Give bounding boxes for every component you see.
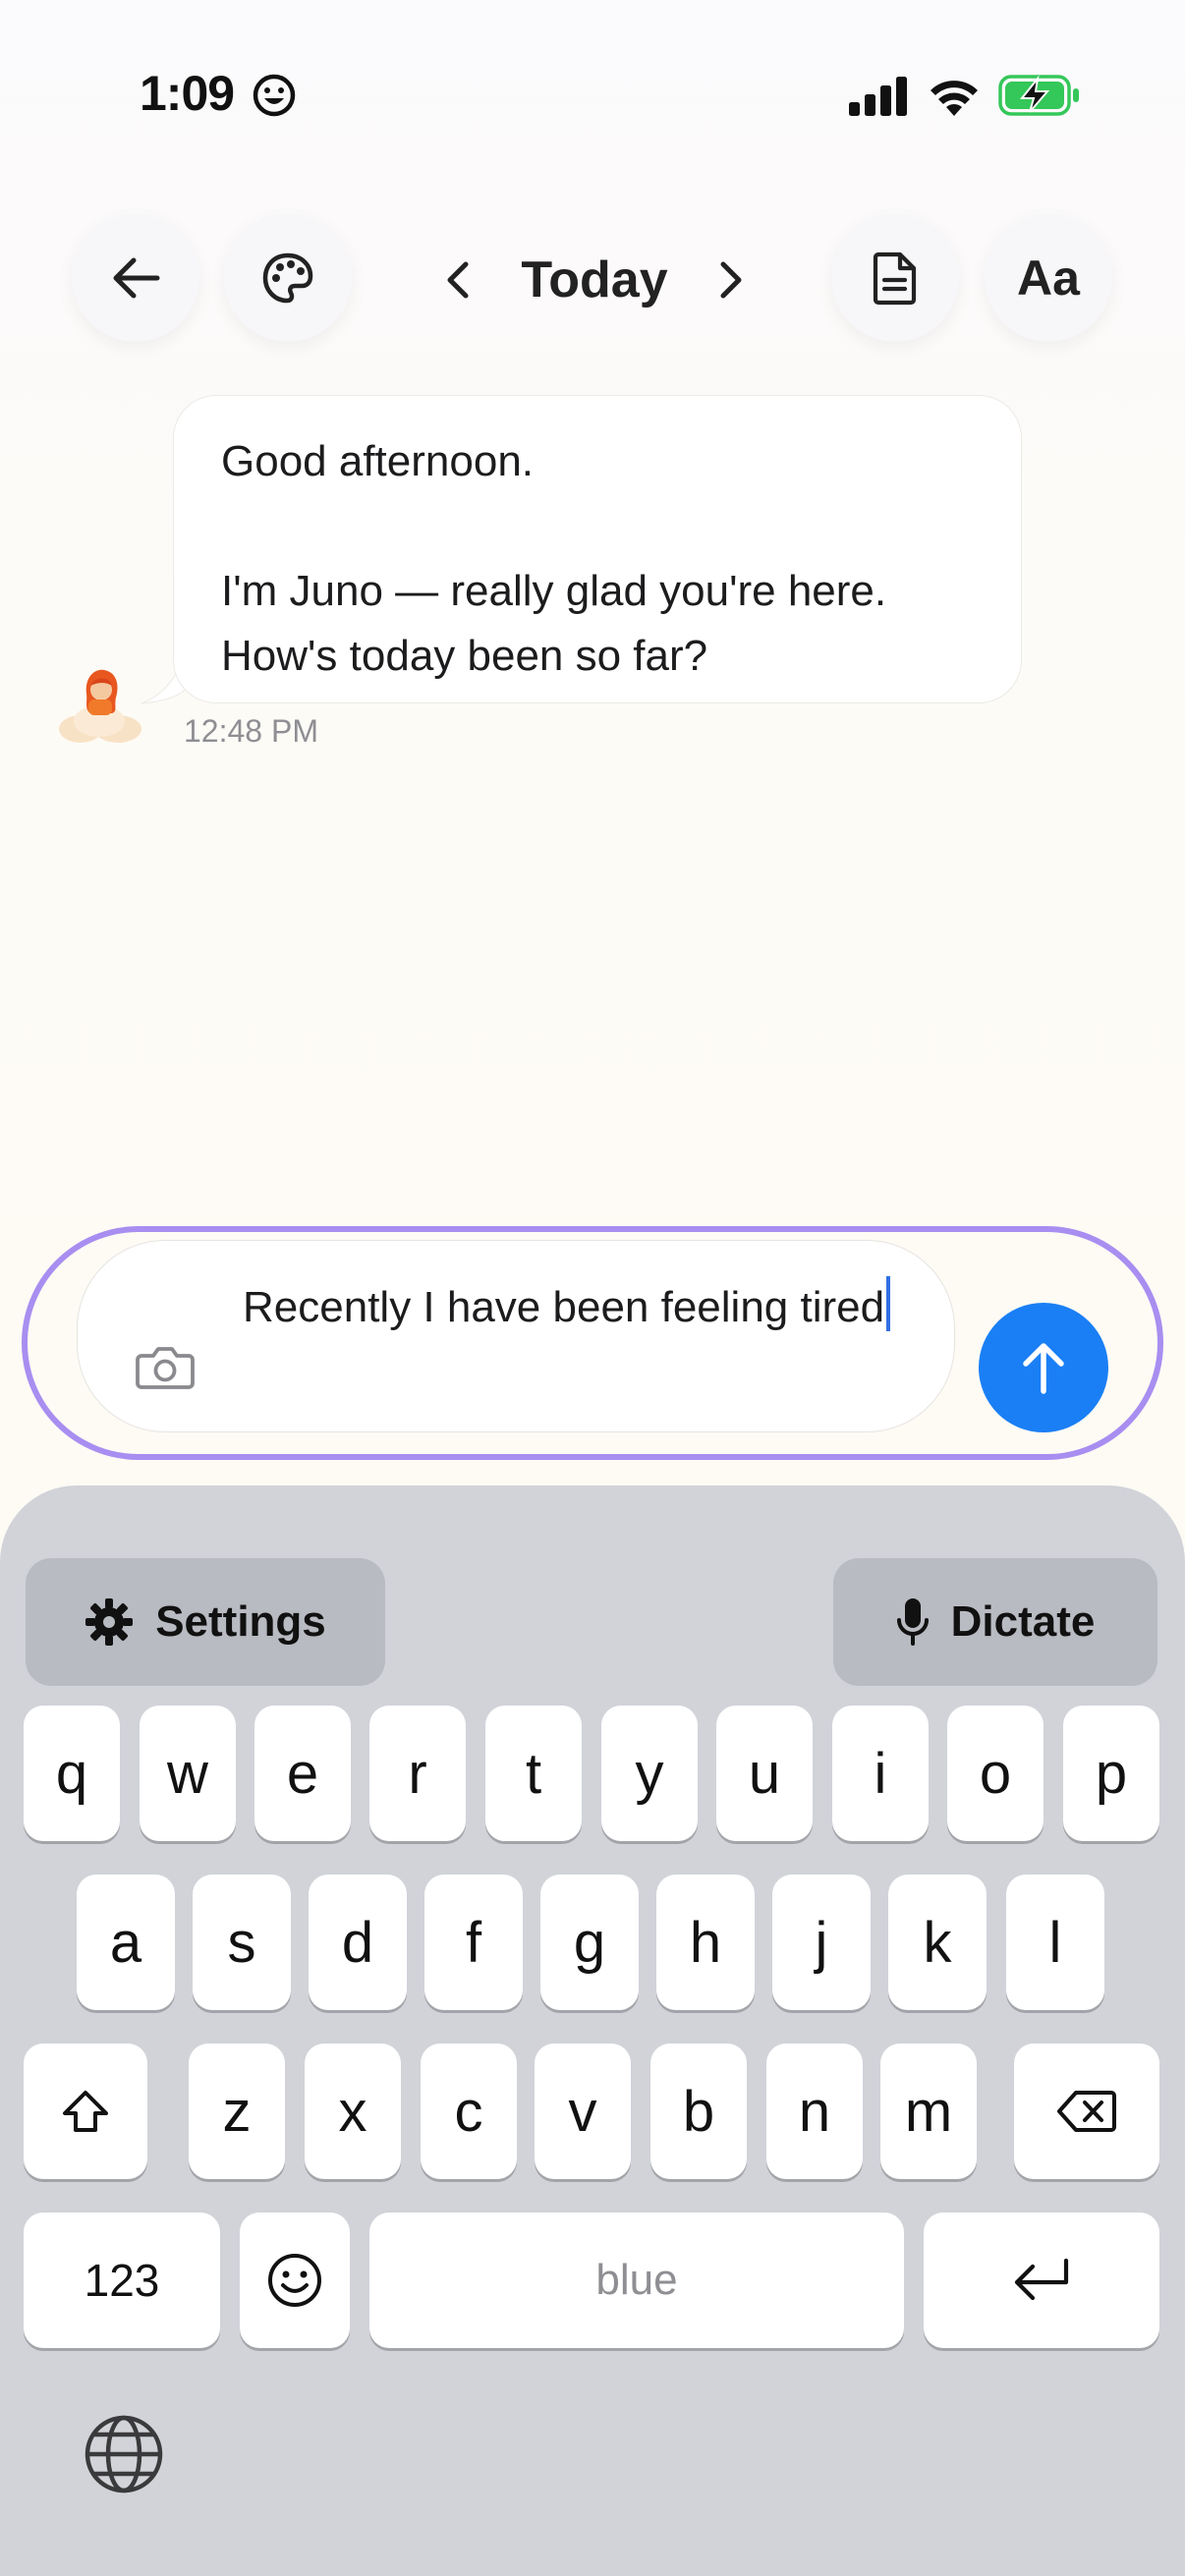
microphone-icon: [896, 1598, 929, 1646]
message-line: Good afternoon.: [221, 437, 535, 485]
key-v[interactable]: v: [535, 2044, 631, 2179]
key-y[interactable]: y: [601, 1706, 698, 1841]
gear-icon: [85, 1598, 134, 1646]
key-w[interactable]: w: [140, 1706, 236, 1841]
keyboard: Settings Dictate q w e r t y u i o p a s…: [0, 1485, 1185, 2576]
emoji-icon: [268, 2254, 321, 2307]
key-z[interactable]: z: [189, 2044, 285, 2179]
assistant-avatar: [59, 669, 141, 743]
nav-bar: Today Aa: [0, 196, 1185, 364]
return-key[interactable]: [924, 2212, 1159, 2348]
settings-label: Settings: [155, 1597, 326, 1646]
key-r[interactable]: r: [369, 1706, 466, 1841]
keyboard-settings-button[interactable]: Settings: [26, 1558, 385, 1686]
dictate-button[interactable]: Dictate: [833, 1558, 1157, 1686]
palette-icon: [262, 252, 313, 304]
emoji-key[interactable]: [240, 2212, 350, 2348]
back-arrow-icon: [113, 257, 160, 299]
send-button[interactable]: [979, 1303, 1108, 1432]
key-l[interactable]: l: [1006, 1875, 1104, 2010]
theme-button[interactable]: [224, 214, 352, 342]
key-i[interactable]: i: [832, 1706, 929, 1841]
message-line: How's today been so far?: [221, 632, 708, 680]
dictate-label: Dictate: [950, 1597, 1096, 1646]
status-bar: 1:09: [0, 0, 1185, 196]
battery-charging-icon: [998, 75, 1079, 116]
key-f[interactable]: f: [424, 1875, 523, 2010]
globe-icon[interactable]: [83, 2413, 165, 2495]
space-key[interactable]: blue: [369, 2212, 904, 2348]
message-line: I'm Juno — really glad you're here.: [221, 567, 887, 615]
document-icon: [873, 252, 917, 306]
numbers-key[interactable]: 123: [24, 2212, 220, 2348]
key-b[interactable]: b: [650, 2044, 747, 2179]
key-k[interactable]: k: [888, 1875, 987, 2010]
font-size-button[interactable]: Aa: [985, 214, 1112, 342]
assistant-message-bubble: Good afternoon. I'm Juno — really glad y…: [173, 395, 1022, 703]
smiley-icon: [253, 74, 296, 117]
delete-icon: [1057, 2091, 1116, 2132]
chevron-left-icon[interactable]: [442, 258, 472, 302]
wifi-icon: [931, 81, 978, 116]
key-g[interactable]: g: [540, 1875, 639, 2010]
message-input-text[interactable]: Recently I have been feeling tired: [243, 1275, 921, 1340]
shift-icon: [63, 2091, 108, 2132]
message-timestamp: 12:48 PM: [184, 713, 318, 749]
back-button[interactable]: [72, 214, 199, 342]
key-c[interactable]: c: [421, 2044, 517, 2179]
chevron-right-icon[interactable]: [717, 258, 747, 302]
key-q[interactable]: q: [24, 1706, 120, 1841]
key-h[interactable]: h: [656, 1875, 755, 2010]
key-o[interactable]: o: [947, 1706, 1044, 1841]
journal-button[interactable]: [831, 214, 959, 342]
shift-key[interactable]: [24, 2044, 147, 2179]
camera-icon[interactable]: [136, 1344, 195, 1389]
signal-icon: [849, 77, 907, 116]
key-n[interactable]: n: [766, 2044, 863, 2179]
key-x[interactable]: x: [305, 2044, 401, 2179]
date-navigator: Today: [442, 236, 747, 324]
key-u[interactable]: u: [716, 1706, 813, 1841]
key-a[interactable]: a: [77, 1875, 175, 2010]
delete-key[interactable]: [1014, 2044, 1159, 2179]
key-e[interactable]: e: [254, 1706, 351, 1841]
status-time: 1:09: [140, 66, 235, 121]
key-t[interactable]: t: [485, 1706, 582, 1841]
key-j[interactable]: j: [772, 1875, 871, 2010]
text-caret: [886, 1276, 891, 1331]
date-title: Today: [521, 252, 668, 308]
key-s[interactable]: s: [193, 1875, 291, 2010]
key-m[interactable]: m: [880, 2044, 977, 2179]
arrow-up-icon: [1023, 1343, 1064, 1394]
key-d[interactable]: d: [309, 1875, 407, 2010]
key-p[interactable]: p: [1063, 1706, 1159, 1841]
return-icon: [1014, 2258, 1069, 2301]
